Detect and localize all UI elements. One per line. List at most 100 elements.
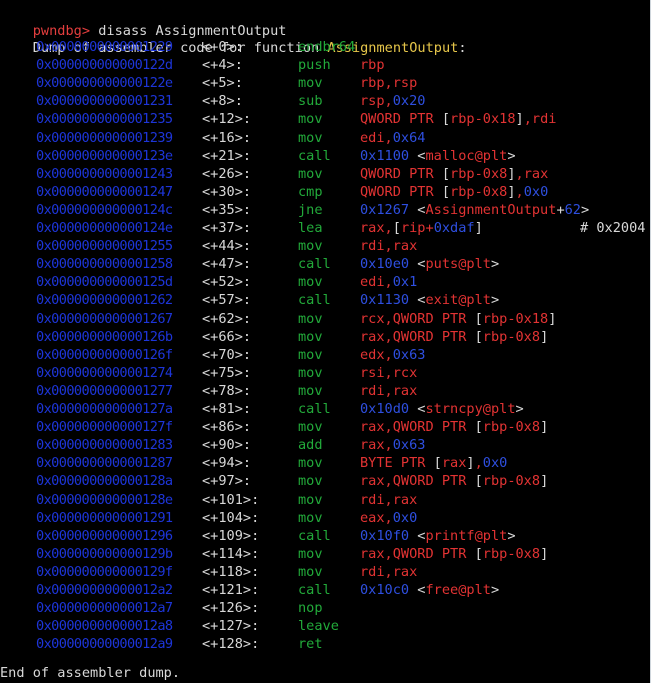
operand-token: rdi,rax (360, 382, 418, 399)
instruction-mnemonic: mov (298, 545, 323, 562)
instruction-mnemonic: mov (298, 382, 323, 399)
operand-token: AssignmentOutput (425, 201, 557, 218)
instruction-address: 0x0000000000001274 (36, 364, 173, 381)
operand-token: rax, (360, 437, 393, 454)
instruction-address: 0x000000000000127f (36, 419, 173, 436)
operand-token: BYTE PTR (360, 455, 434, 472)
instruction-address: 0x0000000000001229 (36, 39, 173, 55)
operand-token: [ (474, 419, 483, 436)
operand-token: ] (540, 419, 549, 436)
operand-token: < (409, 147, 426, 164)
operand-token: rax,QWORD PTR (360, 545, 475, 562)
operand-token: strncpy@plt (425, 401, 516, 417)
operand-token: rbp-0x8 (482, 328, 541, 345)
operand-token: 0x1267 (360, 201, 410, 218)
instruction-mnemonic: endbr64 (298, 39, 356, 55)
instruction-offset: <+118>: (202, 563, 260, 580)
instruction-operands: edi,0x64 (360, 129, 426, 147)
instruction-operands: rsp,0x20 (360, 92, 426, 110)
operand-token: 0x63 (392, 346, 426, 363)
operand-token: ] (507, 183, 516, 200)
operand-token: rbp-0x18 (482, 310, 549, 327)
operand-token: QWORD PTR (360, 165, 442, 182)
operand-token: 0x0 (392, 509, 418, 526)
operand-token: rax (441, 455, 467, 472)
operand-token: ] (540, 473, 549, 490)
instruction-mnemonic: leave (298, 618, 339, 635)
dump-header-colon: : (458, 40, 467, 56)
instruction-offset: <+4>: (202, 57, 243, 74)
instruction-mnemonic: jne (298, 201, 323, 218)
instruction-offset: <+78>: (202, 382, 252, 399)
operand-token: ] (507, 165, 516, 182)
instruction-operands: rbp (360, 56, 385, 74)
instruction-offset: <+126>: (202, 600, 260, 617)
operand-token: 0x64 (392, 129, 426, 146)
instruction-address: 0x0000000000001283 (36, 437, 173, 454)
instruction-operands: 0x10f0 <printf@plt> (360, 527, 516, 545)
instruction-offset: <+127>: (202, 618, 260, 635)
instruction-offset: <+90>: (202, 437, 252, 454)
operand-token: < (409, 401, 426, 417)
terminal-window[interactable]: pwndbg> disass AssignmentOutput Dump of … (0, 0, 651, 683)
instruction-address: 0x00000000000012a2 (36, 582, 173, 598)
instruction-address: 0x000000000000123e (36, 147, 173, 164)
instruction-operands: QWORD PTR [rbp-0x18],rdi (360, 110, 556, 128)
operand-token: , (474, 455, 483, 472)
operand-token: rax, (360, 220, 393, 236)
instruction-address: 0x0000000000001243 (36, 165, 173, 182)
operand-token: ] (466, 455, 475, 472)
instruction-mnemonic: mov (298, 419, 323, 436)
operand-token: [ (392, 220, 401, 236)
operand-token: [ (441, 183, 451, 200)
operand-token: 0x10e0 (360, 256, 410, 273)
instruction-address: 0x000000000000129b (36, 545, 173, 562)
instruction-address: 0x000000000000122e (36, 75, 173, 92)
instruction-operands: rax,QWORD PTR [rbp-0x8] (360, 472, 548, 490)
operand-token: 0x1100 (360, 147, 410, 164)
operand-token: rbp (360, 57, 385, 74)
instruction-offset: <+5>: (202, 75, 243, 92)
instruction-operands: edi,0x1 (360, 273, 417, 291)
instruction-operands: 0x10d0 <strncpy@plt> (360, 400, 524, 418)
operand-token: ] (540, 328, 549, 345)
instruction-mnemonic: call (298, 582, 331, 598)
operand-token: 0x0 (523, 183, 549, 200)
instruction-mnemonic: mov (298, 310, 323, 327)
operand-token: rcx,QWORD PTR (360, 310, 475, 327)
instruction-operands: rax,QWORD PTR [rbp-0x8] (360, 418, 548, 436)
operand-token: ,rax (515, 165, 549, 182)
operand-token: > (490, 292, 500, 309)
instruction-operands: rax,QWORD PTR [rbp-0x8] (360, 545, 548, 563)
instruction-mnemonic: sub (298, 93, 323, 110)
operand-token: > (490, 582, 500, 598)
operand-token: free@plt (425, 582, 491, 598)
instruction-operands: BYTE PTR [rax],0x0 (360, 454, 507, 472)
instruction-address: 0x0000000000001231 (36, 93, 173, 110)
instruction-operands: 0x1100 <malloc@plt> (360, 147, 516, 165)
instruction-mnemonic: call (298, 401, 331, 417)
instruction-offset: <+86>: (202, 419, 252, 436)
instruction-address: 0x000000000000126f (36, 346, 173, 363)
instruction-mnemonic: mov (298, 165, 323, 182)
instruction-address: 0x0000000000001296 (36, 527, 173, 544)
instruction-operands: rax,[rip+0xdaf] (360, 219, 483, 237)
instruction-address: 0x0000000000001247 (36, 183, 173, 200)
operand-token: [ (474, 473, 483, 490)
instruction-offset: <+26>: (202, 165, 252, 182)
instruction-operands: QWORD PTR [rbp-0x8],rax (360, 165, 548, 183)
instruction-offset: <+16>: (202, 129, 252, 146)
instruction-address: 0x0000000000001287 (36, 455, 173, 472)
instruction-mnemonic: mov (298, 75, 323, 92)
operand-token: 0xdaf (433, 220, 475, 236)
operand-token: [ (474, 545, 483, 562)
instruction-mnemonic: push (298, 57, 331, 74)
operand-token: [ (441, 165, 451, 182)
instruction-operands: rdi,rax (360, 237, 417, 255)
instruction-offset: <+81>: (202, 401, 252, 417)
instruction-address: 0x000000000000126b (36, 328, 173, 345)
operand-token: > (581, 201, 590, 218)
instruction-offset: <+47>: (202, 256, 252, 273)
operand-token: rdi,rax (360, 563, 418, 580)
operand-token: puts@plt (425, 256, 491, 273)
